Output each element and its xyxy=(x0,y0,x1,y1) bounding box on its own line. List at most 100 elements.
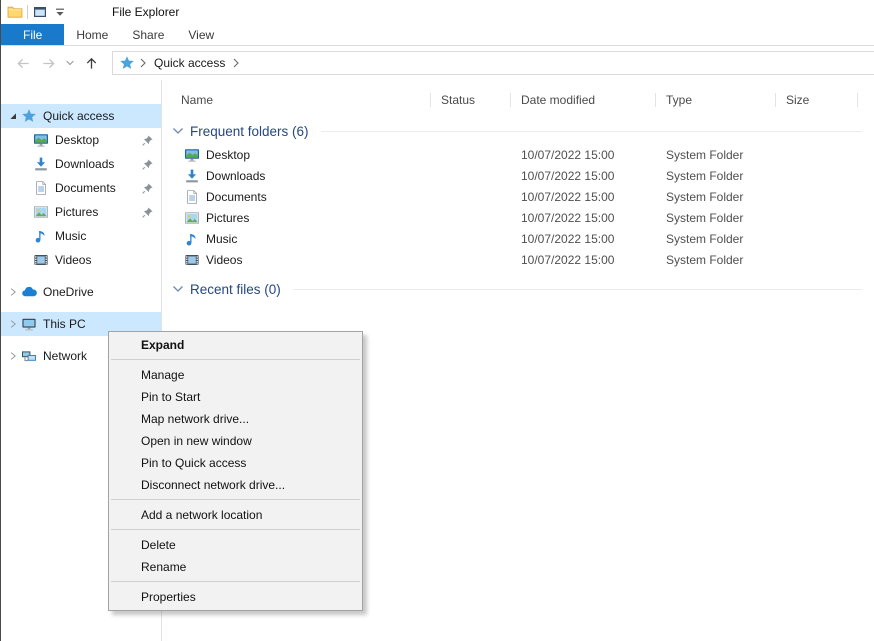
customize-toolbar-arrow-icon[interactable] xyxy=(52,4,68,20)
menu-separator xyxy=(111,529,360,530)
titlebar: File Explorer xyxy=(1,0,874,24)
group-header[interactable]: Frequent folders (6) xyxy=(162,118,874,144)
file-row-downloads[interactable]: Downloads10/07/2022 15:00System Folder xyxy=(162,165,874,186)
breadcrumb-location[interactable]: Quick access xyxy=(151,56,228,70)
file-explorer-window: File Explorer FileHomeShareView Quick ac… xyxy=(0,0,874,641)
group-chevron-icon[interactable] xyxy=(170,123,186,139)
sidebar-item-quick-access[interactable]: Quick access xyxy=(1,104,161,128)
window-title: File Explorer xyxy=(112,5,179,19)
file-type: System Folder xyxy=(656,211,776,225)
sidebar-item-music[interactable]: Music xyxy=(1,224,161,248)
menu-item-delete[interactable]: Delete xyxy=(109,534,362,556)
tab-file[interactable]: File xyxy=(1,24,64,45)
sidebar-item-downloads[interactable]: Downloads xyxy=(1,152,161,176)
file-row-pictures[interactable]: Pictures 10/07/2022 15:00System Folder xyxy=(162,207,874,228)
file-name: Downloads xyxy=(206,169,265,183)
sidebar-item-onedrive[interactable]: OneDrive xyxy=(1,280,161,304)
ribbon-tabs: FileHomeShareView xyxy=(1,24,874,46)
downloads-icon xyxy=(33,156,49,172)
file-name-cell: Pictures xyxy=(162,210,431,226)
file-date-modified: 10/07/2022 15:00 xyxy=(511,211,656,225)
menu-item-pin-to-quick-access[interactable]: Pin to Quick access xyxy=(109,452,362,474)
context-menu: Expand ManagePin to StartMap network driv… xyxy=(108,331,363,611)
sidebar-item-label: Desktop xyxy=(55,133,99,147)
file-name-cell: Downloads xyxy=(162,168,431,184)
sidebar-item-label: Quick access xyxy=(43,109,114,123)
sidebar-item-desktop[interactable]: Desktop xyxy=(1,128,161,152)
menu-item-properties[interactable]: Properties xyxy=(109,586,362,608)
titlebar-divider xyxy=(27,5,28,19)
group-label: Frequent folders (6) xyxy=(190,124,309,139)
breadcrumb-chevron-icon[interactable] xyxy=(231,57,241,69)
chevron-collapsed-icon[interactable] xyxy=(5,350,21,362)
pin-icon xyxy=(141,134,154,147)
breadcrumb-chevron-icon[interactable] xyxy=(138,57,148,69)
column-header-size[interactable]: Size xyxy=(776,88,858,112)
file-name: Pictures xyxy=(206,211,249,225)
music-icon xyxy=(184,231,200,247)
file-type: System Folder xyxy=(656,232,776,246)
menu-item-manage[interactable]: Manage xyxy=(109,364,362,386)
tab-share[interactable]: Share xyxy=(120,24,176,45)
menu-item-map-network-drive[interactable]: Map network drive... xyxy=(109,408,362,430)
sidebar-item-videos[interactable]: Videos xyxy=(1,248,161,272)
file-name: Videos xyxy=(206,253,242,267)
group-chevron-icon[interactable] xyxy=(170,281,186,297)
chevron-collapsed-icon[interactable] xyxy=(5,318,21,330)
onedrive-icon xyxy=(21,284,37,300)
menu-item-disconnect-network-drive[interactable]: Disconnect network drive... xyxy=(109,474,362,496)
chevron-expanded-icon[interactable] xyxy=(5,110,21,122)
app-folder-icon xyxy=(7,4,23,20)
group-header[interactable]: Recent files (0) xyxy=(162,276,874,302)
menu-separator xyxy=(111,581,360,582)
sidebar-item-label: This PC xyxy=(43,317,86,331)
sidebar-item-documents[interactable]: Documents xyxy=(1,176,161,200)
file-name: Desktop xyxy=(206,148,250,162)
tab-view[interactable]: View xyxy=(176,24,226,45)
sidebar-item-label: Documents xyxy=(55,181,116,195)
file-row-music[interactable]: Music10/07/2022 15:00System Folder xyxy=(162,228,874,249)
file-groups: Frequent folders (6) Desktop 10/07/2022 15… xyxy=(162,118,874,302)
videos-icon xyxy=(33,252,49,268)
column-header-status[interactable]: Status xyxy=(431,88,511,112)
quick-access-star-icon xyxy=(119,55,135,71)
file-date-modified: 10/07/2022 15:00 xyxy=(511,253,656,267)
file-row-documents[interactable]: Documents10/07/2022 15:00System Folder xyxy=(162,186,874,207)
file-type: System Folder xyxy=(656,148,776,162)
menu-item-rename[interactable]: Rename xyxy=(109,556,362,578)
column-header-date-modified[interactable]: Date modified xyxy=(511,88,656,112)
menu-item-expand[interactable]: Expand xyxy=(109,334,362,356)
column-header-type[interactable]: Type xyxy=(656,88,776,112)
address-box[interactable]: Quick access xyxy=(112,51,874,75)
group-label: Recent files (0) xyxy=(190,282,281,297)
sidebar-item-label: Pictures xyxy=(55,205,98,219)
file-name: Documents xyxy=(206,190,267,204)
back-button[interactable] xyxy=(11,51,36,75)
up-button[interactable] xyxy=(79,51,104,75)
group-recent-files-0: Recent files (0) xyxy=(162,276,874,302)
recent-locations-dropdown[interactable] xyxy=(61,51,79,75)
quick-access-toolbar-properties-icon[interactable] xyxy=(32,4,48,20)
file-row-desktop[interactable]: Desktop 10/07/2022 15:00System Folder xyxy=(162,144,874,165)
file-date-modified: 10/07/2022 15:00 xyxy=(511,148,656,162)
file-name-cell: Videos xyxy=(162,252,431,268)
tab-home[interactable]: Home xyxy=(64,24,120,45)
pin-icon xyxy=(141,206,154,219)
file-type: System Folder xyxy=(656,169,776,183)
menu-item-add-a-network-location[interactable]: Add a network location xyxy=(109,504,362,526)
file-name-cell: Documents xyxy=(162,189,431,205)
sidebar-item-label: Videos xyxy=(55,253,91,267)
group-frequent-folders-6: Frequent folders (6) Desktop 10/07/2022 15… xyxy=(162,118,874,270)
menu-separator xyxy=(111,499,360,500)
sidebar-item-pictures[interactable]: Pictures xyxy=(1,200,161,224)
menu-item-open-in-new-window[interactable]: Open in new window xyxy=(109,430,362,452)
sidebar-item-label: Music xyxy=(55,229,86,243)
file-row-videos[interactable]: Videos 10/07/2022 15:00System Folder xyxy=(162,249,874,270)
menu-item-pin-to-start[interactable]: Pin to Start xyxy=(109,386,362,408)
column-header-name[interactable]: Name xyxy=(162,88,431,112)
chevron-collapsed-icon[interactable] xyxy=(5,286,21,298)
forward-button[interactable] xyxy=(36,51,61,75)
file-type: System Folder xyxy=(656,253,776,267)
downloads-icon xyxy=(184,168,200,184)
file-date-modified: 10/07/2022 15:00 xyxy=(511,232,656,246)
